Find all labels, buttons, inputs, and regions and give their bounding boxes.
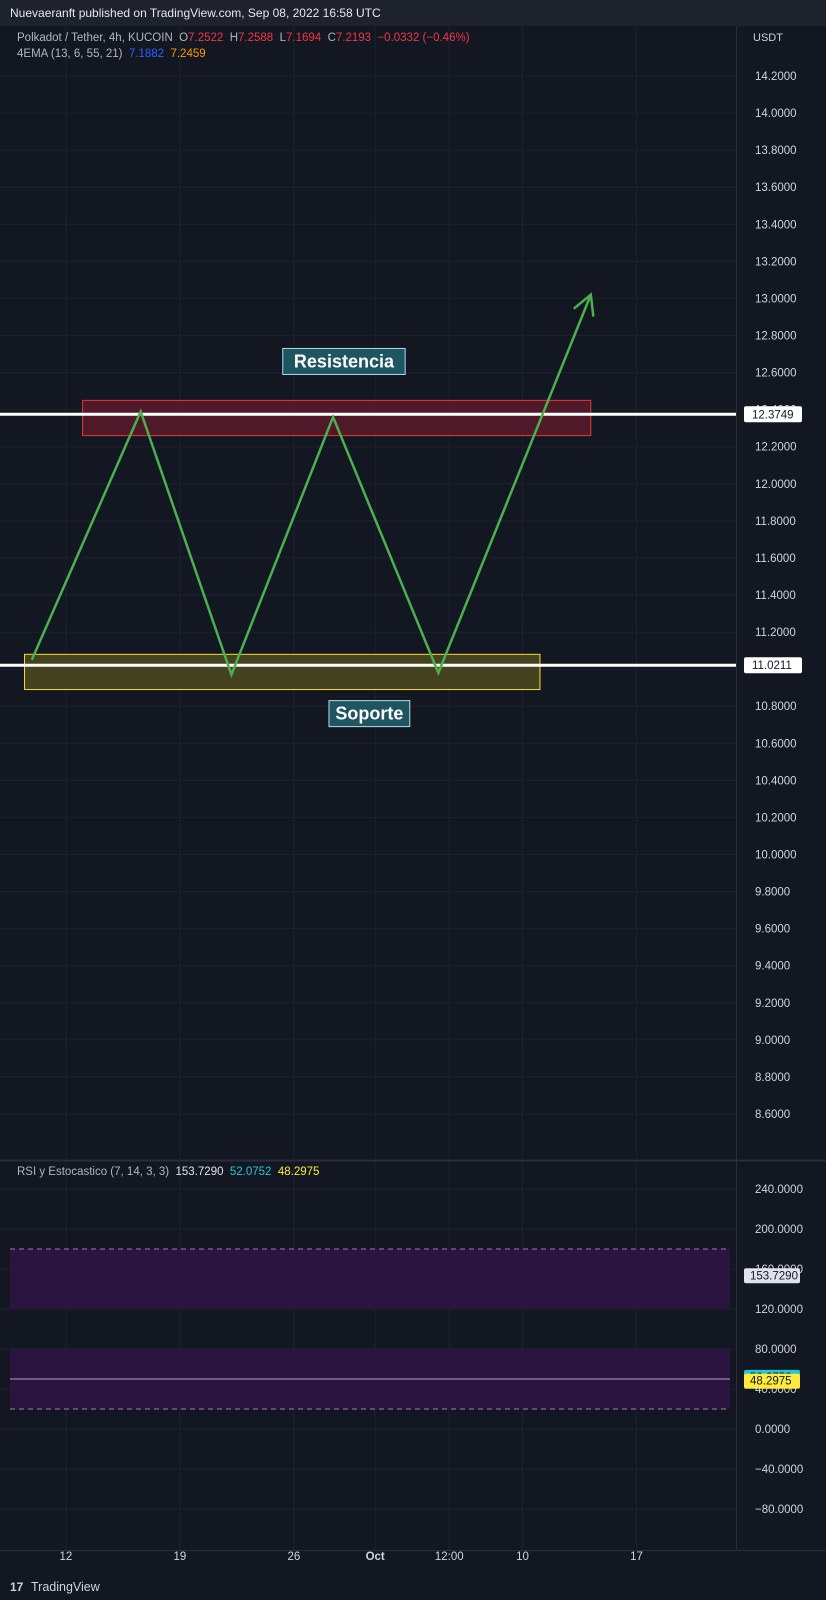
resistance-zone [82, 399, 592, 437]
rsi-value-3: 48.2975 [277, 1166, 320, 1178]
price-tick-label: 9.4000 [755, 961, 790, 973]
rsi-tick-label: 200.0000 [755, 1224, 803, 1236]
main-legend: Polkadot / Tether, 4h, KUCOIN O7.2522 H7… [17, 32, 470, 44]
price-tick-label: 11.4000 [755, 590, 796, 602]
price-tick-label: 13.4000 [755, 219, 797, 231]
price-tick-label: 11.6000 [755, 553, 796, 565]
footer-bar: 17 TradingView [0, 1574, 826, 1600]
time-tick-label: 17 [630, 1551, 643, 1563]
chart-canvas[interactable]: USDT 14.2000 14.0000 13.8000 13.6000 13.4000 1… [0, 0, 826, 1600]
rsi-last-value-label: 153.7290 [750, 1270, 798, 1282]
time-tick-label: 19 [173, 1551, 186, 1563]
rsi-tick-label: 0.0000 [755, 1424, 790, 1436]
rsi-tick-label: −80.0000 [755, 1504, 803, 1516]
price-tick-label: 12.6000 [755, 368, 797, 380]
rsi-value-2: 52.0752 [229, 1166, 272, 1178]
currency-label: USDT [753, 32, 783, 44]
tradingview-logo-icon[interactable]: 17 [10, 1580, 23, 1594]
ema-label[interactable]: 4EMA (13, 6, 55, 21) [17, 48, 122, 60]
price-tick-label: 9.6000 [755, 924, 790, 936]
legend-open-value: 7.2522 [188, 32, 224, 44]
price-line-label: 11.0211 [752, 660, 792, 672]
time-tick-label: 12:00 [435, 1551, 464, 1563]
price-tick-label: 13.0000 [755, 293, 797, 305]
rsi-last-value-label: 48.2975 [750, 1376, 792, 1388]
price-tick-label: 14.2000 [755, 71, 797, 83]
time-tick-label: 10 [516, 1551, 529, 1563]
rsi-legend: RSI y Estocastico (7, 14, 3, 3) 153.7290… [17, 1166, 319, 1178]
ema-value-1: 7.1882 [128, 48, 165, 60]
price-tick-label: 11.2000 [755, 627, 796, 639]
legend-low-value: 7.1694 [285, 32, 322, 44]
rsi-tick-label: 240.0000 [755, 1184, 803, 1196]
time-tick-label: 12 [60, 1551, 73, 1563]
price-tick-label: 11.8000 [755, 516, 796, 528]
legend-close-label: C [327, 32, 336, 44]
tradingview-brand[interactable]: TradingView [31, 1580, 100, 1594]
price-line-label: 12.3749 [752, 409, 794, 421]
ema-value-2: 7.2459 [170, 48, 206, 60]
price-tick-label: 10.8000 [755, 701, 797, 713]
price-tick-label: 10.4000 [755, 775, 797, 787]
price-tick-label: 14.0000 [755, 108, 797, 120]
price-tick-label: 10.2000 [755, 812, 797, 824]
price-tick-label: 12.8000 [755, 331, 797, 343]
legend-open-label: O [179, 32, 189, 44]
legend-high-label: H [229, 32, 238, 44]
price-tick-label: 9.8000 [755, 887, 790, 899]
legend-symbol[interactable]: Polkadot / Tether, 4h, KUCOIN [17, 32, 173, 44]
price-tick-label: 12.2000 [755, 442, 797, 454]
legend-high-value: 7.2588 [238, 32, 274, 44]
legend-close-value: 7.2193 [335, 32, 372, 44]
rsi-tick-label: 120.0000 [755, 1304, 803, 1316]
rsi-band [10, 1249, 730, 1309]
price-tick-label: 8.8000 [755, 1072, 790, 1084]
price-tick-label: 9.0000 [755, 1035, 790, 1047]
rsi-label[interactable]: RSI y Estocastico (7, 14, 3, 3) [17, 1166, 169, 1178]
annotation-label: Resistencia [294, 351, 395, 371]
ema-legend: 4EMA (13, 6, 55, 21) 7.1882 7.2459 [17, 48, 206, 60]
price-tick-label: 13.6000 [755, 182, 797, 194]
price-tick-label: 8.6000 [755, 1109, 790, 1121]
price-tick-label: 9.2000 [755, 998, 790, 1010]
annotation-label: Soporte [335, 704, 403, 724]
price-tick-label: 13.2000 [755, 256, 797, 268]
main-pane [0, 26, 826, 1160]
rsi-tick-label: −40.0000 [755, 1464, 803, 1476]
support-zone [24, 653, 541, 691]
legend-change: −0.0332 (−0.46%) [377, 32, 470, 44]
rsi-tick-label: 80.0000 [755, 1344, 797, 1356]
rsi-value-1: 153.7290 [175, 1166, 224, 1178]
price-tick-label: 10.0000 [755, 850, 797, 862]
price-tick-label: 13.8000 [755, 145, 797, 157]
price-tick-label: 12.0000 [755, 479, 797, 491]
time-tick-label: 26 [287, 1551, 300, 1563]
time-tick-label: Oct [366, 1551, 385, 1563]
price-tick-label: 10.6000 [755, 738, 797, 750]
